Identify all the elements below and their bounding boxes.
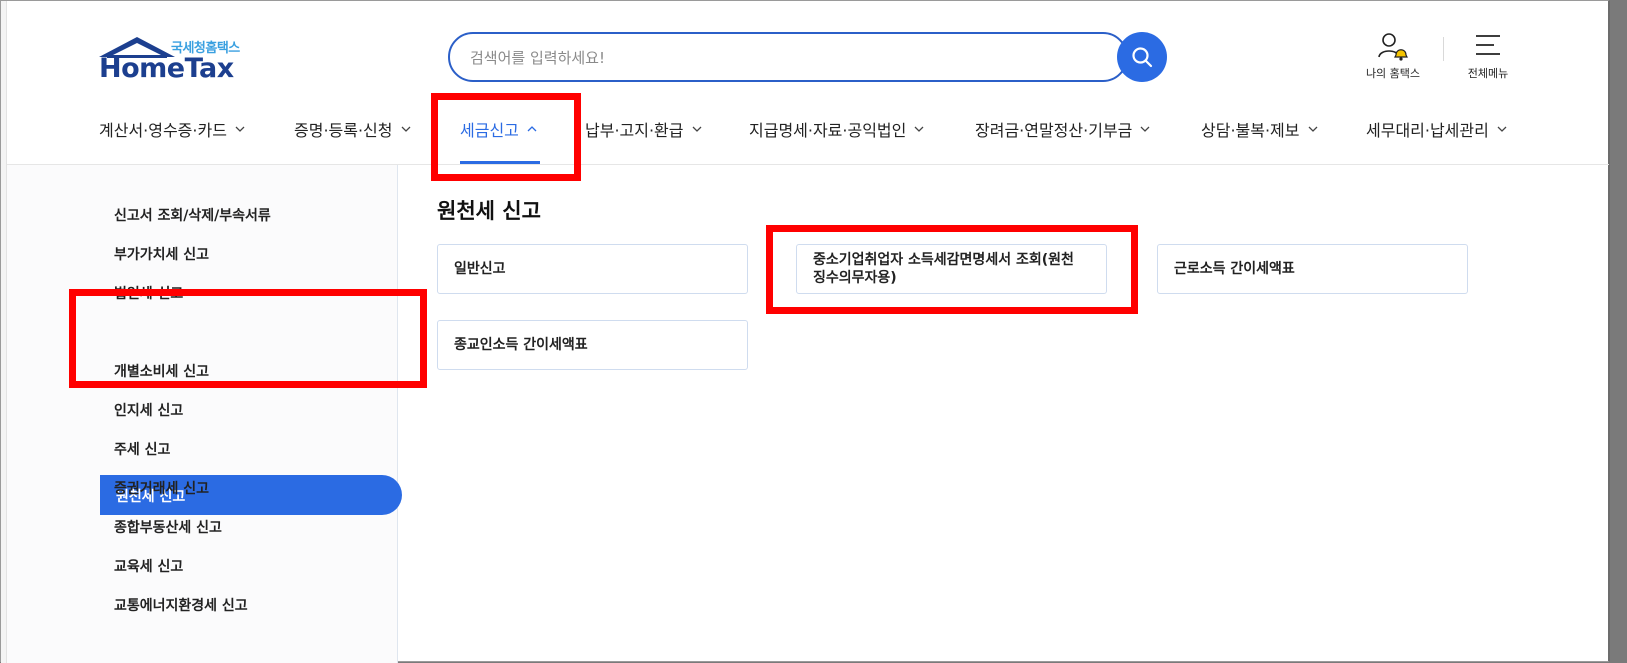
sidebar-item-liquor-tax[interactable]: 주세 신고 [114, 439, 170, 459]
sidebar-item-property-tax[interactable]: 종합부동산세 신고 [114, 517, 222, 537]
nav-item-label: 세무대리·납세관리 [1366, 121, 1489, 140]
sidebar-item-traffic-tax[interactable]: 교통에너지환경세 신고 [114, 595, 248, 615]
all-menu-label: 전체메뉴 [1467, 67, 1509, 80]
sidebar: 신고서 조회/삭제/부속서류 부가가치세 신고 법인세 신고 원천세 신고 개별… [7, 165, 402, 663]
main-nav: 계산서·영수증·카드 증명·등록·신청 세금신고 납부·고지·환급 지급명세·자… [1, 109, 1609, 165]
nav-item-invoice[interactable]: 계산서·영수증·카드 [99, 109, 245, 149]
card-religious-income-table[interactable]: 종교인소득 간이세액표 [437, 320, 748, 370]
hometax-logo[interactable]: 국세청홈택스 HomeTax [99, 35, 249, 85]
browser-window: 국세청홈택스 HomeTax 나의 홈택스 전체메뉴 계산서·영수증 [0, 0, 1610, 663]
nav-item-incentive[interactable]: 장려금·연말정산·기부금 [975, 109, 1150, 149]
chevron-down-icon [401, 126, 410, 132]
nav-item-label: 납부·고지·환급 [585, 121, 684, 140]
page-title: 원천세 신고 [437, 199, 541, 223]
chevron-down-icon [914, 126, 924, 132]
chevron-down-icon [1308, 126, 1317, 132]
highlight-box-sidebar [69, 289, 427, 388]
card-earned-income-table[interactable]: 근로소득 간이세액표 [1157, 244, 1468, 294]
search-input[interactable] [470, 46, 1050, 70]
chevron-down-icon [1140, 126, 1150, 132]
nav-item-label: 증명·등록·신청 [294, 121, 393, 140]
sidebar-item-vat[interactable]: 부가가치세 신고 [114, 244, 209, 264]
highlight-box-card [766, 225, 1138, 314]
nav-item-label: 장려금·연말정산·기부금 [975, 121, 1133, 140]
highlight-box-nav [431, 93, 581, 181]
search-button[interactable] [1117, 32, 1167, 82]
card-general-filing[interactable]: 일반신고 [437, 244, 748, 294]
sidebar-item-education-tax[interactable]: 교육세 신고 [114, 556, 183, 576]
nav-item-label: 지급명세·자료·공익법인 [749, 121, 907, 140]
chevron-down-icon [1497, 126, 1507, 132]
hamburger-icon [1476, 35, 1500, 55]
nav-item-label: 상담·불복·제보 [1201, 121, 1300, 140]
my-hometax-label: 나의 홈택스 [1365, 67, 1421, 80]
nav-item-consult[interactable]: 상담·불복·제보 [1201, 109, 1318, 149]
all-menu-button[interactable]: 전체메뉴 [1458, 31, 1518, 85]
nav-item-certificate[interactable]: 증명·등록·신청 [294, 109, 411, 149]
user-bell-icon [1378, 33, 1408, 61]
nav-item-payment[interactable]: 납부·고지·환급 [585, 109, 702, 149]
logo-title: HomeTax [99, 53, 234, 84]
sidebar-item-stamp-tax[interactable]: 인지세 신고 [114, 400, 183, 420]
my-hometax-button[interactable]: 나의 홈택스 [1358, 31, 1428, 85]
chevron-down-icon [692, 126, 701, 132]
nav-item-statement[interactable]: 지급명세·자료·공익법인 [749, 109, 924, 149]
search-box [448, 32, 1128, 82]
sidebar-item-search-delete[interactable]: 신고서 조회/삭제/부속서류 [114, 205, 271, 225]
sidebar-item-securities-tax[interactable]: 증권거래세 신고 [114, 478, 209, 498]
header-divider [1443, 37, 1444, 61]
chevron-down-icon [235, 126, 245, 132]
nav-item-label: 계산서·영수증·카드 [99, 121, 227, 140]
window-right-edge [1610, 0, 1627, 662]
nav-item-agent[interactable]: 세무대리·납세관리 [1366, 109, 1507, 149]
search-icon [1132, 47, 1153, 68]
